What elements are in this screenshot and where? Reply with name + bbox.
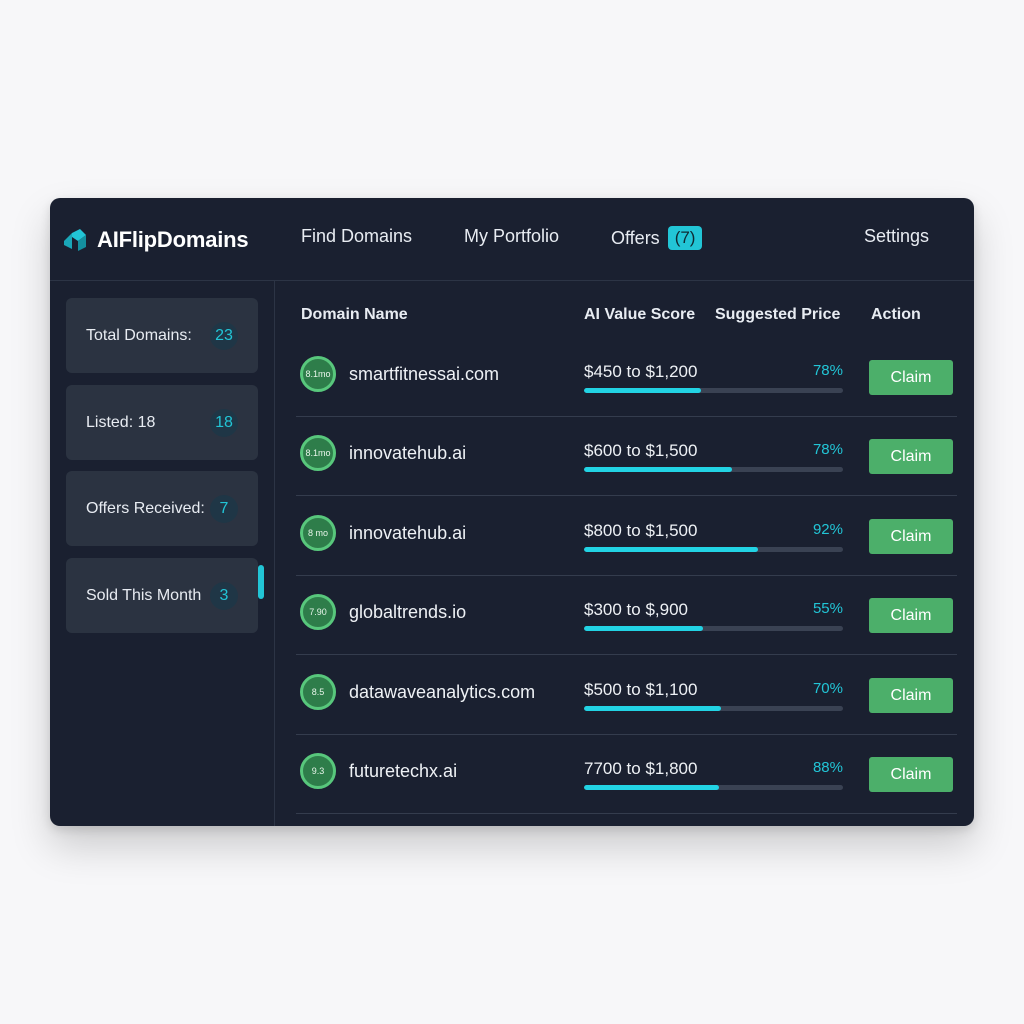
score-circle: 7.90 [300, 594, 336, 630]
score-bar-fill [584, 785, 719, 790]
score-bar [584, 785, 843, 790]
table-row[interactable]: 8 mo innovatehub.ai $800 to $1,500 92% C… [296, 497, 957, 576]
score-bar-fill [584, 388, 701, 393]
table-row[interactable]: 9.3 futuretechx.ai 7700 to $1,800 88% Cl… [296, 735, 957, 814]
stat-card-offers-received[interactable]: Offers Received: 7 [66, 471, 258, 546]
domain-name[interactable]: innovatehub.ai [349, 523, 466, 544]
stat-label: Sold This Month [86, 586, 202, 604]
nav-my-portfolio[interactable]: My Portfolio [464, 226, 559, 247]
score-bar-fill [584, 706, 722, 711]
price-range: $600 to $1,500 [584, 441, 698, 460]
score-bar [584, 467, 843, 472]
price-range: $500 to $1,100 [584, 680, 698, 699]
app-window: AIFlipDomains Find Domains My Portfolio … [50, 198, 974, 826]
price-range: 7700 to $1,800 [584, 759, 698, 778]
score-bar-fill [584, 547, 758, 552]
domain-name[interactable]: smartfitnessai.com [349, 364, 499, 385]
stat-count-badge: 18 [210, 409, 238, 437]
stat-count-badge: 23 [210, 322, 238, 350]
brand[interactable]: AIFlipDomains [62, 224, 249, 256]
score-percent: 92% [812, 521, 843, 538]
domain-name[interactable]: datawaveanalytics.com [349, 682, 535, 703]
domains-table: Domain Name AI Value Score Suggested Pri… [296, 281, 974, 826]
score-percent: 55% [812, 600, 843, 617]
nav-offers-label: Offers [611, 227, 660, 248]
domain-name[interactable]: innovatehub.ai [349, 443, 466, 464]
claim-button[interactable]: Claim [869, 519, 953, 554]
stat-count-badge: 7 [210, 495, 238, 523]
column-header-action: Action [871, 306, 921, 323]
stat-card-total-domains[interactable]: Total Domains: 23 [66, 298, 258, 373]
score-bar [584, 547, 843, 552]
table-row[interactable]: 7.90 globaltrends.io $300 to $,900 55% C… [296, 576, 957, 655]
price-range: $300 to $,900 [584, 600, 688, 619]
column-header-price[interactable]: Suggested Price [715, 306, 840, 324]
score-bar [584, 706, 843, 711]
stat-label: Offers Received: [86, 499, 205, 517]
active-indicator [258, 565, 264, 599]
column-header-domain[interactable]: Domain Name [301, 306, 408, 324]
claim-button[interactable]: Claim [869, 360, 953, 395]
claim-button[interactable]: Claim [869, 678, 953, 713]
stat-card-sold-this-month[interactable]: Sold This Month 3 [66, 558, 258, 633]
claim-button[interactable]: Claim [869, 598, 953, 633]
nav-offers[interactable]: Offers (7) [611, 226, 703, 250]
score-bar [584, 388, 843, 393]
domain-name[interactable]: futuretechx.ai [349, 761, 457, 782]
score-circle: 8.1mo [300, 356, 336, 392]
price-range: $800 to $1,500 [584, 521, 698, 540]
stat-label: Total Domains: [86, 326, 192, 344]
stat-card-listed[interactable]: Listed: 18 18 [66, 385, 258, 460]
score-percent: 78% [812, 362, 843, 379]
score-bar [584, 626, 843, 631]
column-header-score[interactable]: AI Value Score [584, 306, 695, 324]
score-circle: 8.5 [300, 674, 336, 710]
score-bar-fill [584, 626, 704, 631]
score-circle: 8 mo [300, 515, 336, 551]
table-row[interactable]: 8.5 datawaveanalytics.com $500 to $1,100… [296, 656, 957, 735]
claim-button[interactable]: Claim [869, 757, 953, 792]
score-percent: 88% [812, 759, 843, 776]
domain-name[interactable]: globaltrends.io [349, 602, 466, 623]
stat-label: Listed: 18 [86, 413, 156, 431]
offers-count-badge: (7) [667, 226, 703, 250]
logo-icon [64, 229, 86, 251]
nav-settings[interactable]: Settings [864, 226, 929, 247]
score-percent: 78% [812, 441, 843, 458]
score-bar-fill [584, 467, 732, 472]
sidebar: Total Domains: 23 Listed: 18 18 Offers R… [50, 281, 275, 826]
top-navbar: AIFlipDomains Find Domains My Portfolio … [50, 198, 974, 281]
table-row[interactable]: 8.1mo smartfitnessai.com $450 to $1,200 … [296, 338, 957, 417]
price-range: $450 to $1,200 [584, 362, 698, 381]
app-name: AIFlipDomains [97, 227, 249, 252]
score-circle: 9.3 [300, 753, 336, 789]
nav-find-domains[interactable]: Find Domains [301, 226, 412, 247]
table-row[interactable]: 8.1mo innovatehub.ai $600 to $1,500 78% … [296, 417, 957, 496]
score-circle: 8.1mo [300, 435, 336, 471]
score-percent: 70% [812, 680, 843, 697]
stat-count-badge: 3 [210, 582, 238, 610]
claim-button[interactable]: Claim [869, 439, 953, 474]
